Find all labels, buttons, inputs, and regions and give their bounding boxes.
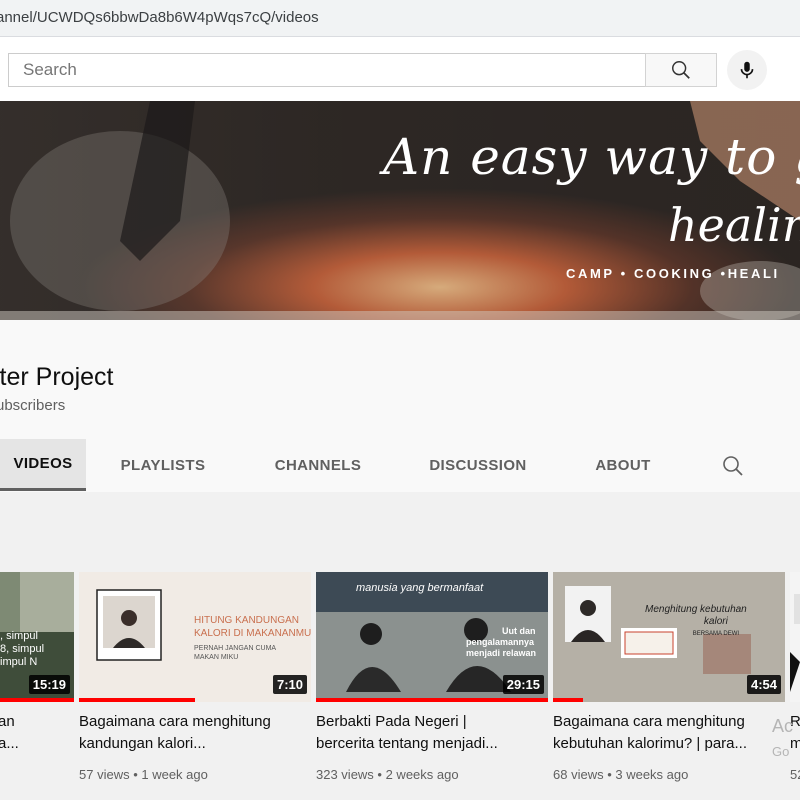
watch-progress [553, 698, 584, 702]
view-count: 323 views [316, 767, 374, 782]
video-meta: 52 [790, 767, 800, 782]
search-box[interactable] [8, 53, 645, 87]
video-title-line: bercerita tentang menjadi... [316, 735, 498, 752]
search-icon [672, 61, 690, 79]
upload-age: 3 weeks ago [615, 767, 689, 782]
video-thumbnail[interactable]: , simpul 8, simpul impul N 15:19 [0, 572, 74, 702]
video-thumbnail[interactable]: manusia yang bermanfaat Uut dan pengalam… [316, 572, 548, 702]
video-meta: 68 views • 3 weeks ago [553, 767, 689, 782]
subscriber-count: ubscribers [0, 397, 66, 414]
thumbnail-text: Uut dan [502, 626, 536, 636]
tab-label: PLAYLISTS [120, 456, 206, 474]
video-meta: 57 views • 1 week ago [79, 767, 208, 782]
search-input[interactable] [9, 54, 645, 86]
view-count: 68 views [553, 767, 604, 782]
video-title-line: kebutuhan kalorimu? | para... [553, 735, 748, 752]
video-title-line: Bagaimana cara menghitung [553, 713, 745, 730]
thumbnail-text: pengalamannya [466, 637, 535, 647]
windows-activation-watermark: Ac [772, 716, 794, 736]
video-meta: 323 views • 2 weeks ago [316, 767, 459, 782]
tab-playlists[interactable]: PLAYLISTS [108, 439, 218, 491]
tab-about[interactable]: ABOUT [582, 439, 664, 491]
watch-progress [0, 698, 74, 702]
watch-progress [79, 698, 195, 702]
mic-icon [740, 61, 754, 79]
browser-url-bar[interactable]: annel/UCWDQs6bbwDa8b6W4pWqs7cQ/videos [0, 0, 800, 37]
thumbnail-text: MAKAN MIKU [194, 654, 239, 661]
video-title-line: Berbakti Pada Negeri | [316, 713, 467, 730]
video-title[interactable]: Bagaimana cara menghitung kandungan kalo… [79, 711, 311, 755]
video-thumbnail[interactable] [790, 572, 800, 702]
video-title[interactable]: an a... [0, 711, 78, 755]
voice-search-button[interactable] [727, 50, 767, 90]
thumbnail-text: KALORI DI MAKANANMU [194, 628, 311, 639]
thumbnail-text: BERSAMA DEWI [692, 631, 740, 637]
video-title-line: a... [0, 735, 19, 752]
tab-label: VIDEOS [13, 455, 73, 472]
channel-banner: An easy way to ge healing CAMP • COOKING… [0, 101, 800, 320]
watch-progress [316, 698, 548, 702]
video-title-line: Bagaimana cara menghitung [79, 713, 271, 730]
thumbnail-text: HITUNG KANDUNGAN [194, 615, 300, 626]
video-title-line: kandungan kalori... [79, 735, 206, 752]
channel-tabs: VIDEOS PLAYLISTS CHANNELS DISCUSSION ABO… [0, 439, 800, 491]
thumbnail-text: menjadi relawan [466, 648, 537, 658]
video-title[interactable]: Bagaimana cara menghitung kebutuhan kalo… [553, 711, 785, 755]
thumbnail-image [790, 572, 800, 702]
thumbnail-text: , simpul 8, simpul impul N [0, 630, 45, 668]
video-title[interactable]: Berbakti Pada Negeri | bercerita tentang… [316, 711, 548, 755]
channel-search-icon[interactable] [721, 454, 745, 478]
video-duration: 15:19 [28, 675, 70, 694]
url-text: annel/UCWDQs6bbwDa8b6W4pWqs7cQ/videos [0, 9, 319, 26]
thumbnail-subheading: PERNAH JANGAN CUMA MAKAN MIKU [194, 644, 276, 662]
top-bar [0, 37, 800, 101]
tab-videos[interactable]: VIDEOS [0, 439, 86, 491]
video-thumbnail[interactable]: HITUNG KANDUNGAN KALORI DI MAKANANMU PER… [79, 572, 311, 702]
upload-age: 2 weeks ago [385, 767, 459, 782]
thumbnail-text: kalori [703, 616, 728, 627]
video-title-line: an [0, 713, 15, 730]
tab-label: ABOUT [595, 456, 651, 474]
search-button[interactable] [645, 53, 717, 87]
thumbnail-heading: HITUNG KANDUNGAN KALORI DI MAKANANMU [194, 614, 311, 640]
channel-name: lter Project [0, 363, 114, 391]
view-count: 57 views [79, 767, 130, 782]
thumbnail-text: Menghitung kebutuhan [645, 604, 747, 615]
video-duration: 4:54 [746, 675, 781, 694]
thumbnail-heading: Menghitung kebutuhan kalori BERSAMA DEWI [645, 604, 747, 640]
windows-activation-watermark-sub: Go [772, 744, 790, 759]
tab-channels[interactable]: CHANNELS [258, 439, 378, 491]
banner-slogan: An easy way to ge [383, 128, 800, 186]
video-thumbnail[interactable]: Menghitung kebutuhan kalori BERSAMA DEWI… [553, 572, 785, 702]
thumbnail-text: manusia yang bermanfaat [356, 582, 484, 594]
banner-slogan-word: healing [668, 198, 800, 252]
video-duration: 29:15 [502, 675, 544, 694]
tab-label: DISCUSSION [429, 456, 527, 474]
banner-tagline: CAMP • COOKING •HEALI [566, 266, 780, 281]
thumbnail-text: PERNAH JANGAN CUMA [194, 645, 277, 652]
tab-discussion[interactable]: DISCUSSION [418, 439, 538, 491]
video-duration: 7:10 [272, 675, 307, 694]
upload-age: 1 week ago [141, 767, 208, 782]
tab-label: CHANNELS [274, 456, 362, 474]
thumbnail-caption: Uut dan pengalamannya menjadi relawan [466, 626, 536, 659]
